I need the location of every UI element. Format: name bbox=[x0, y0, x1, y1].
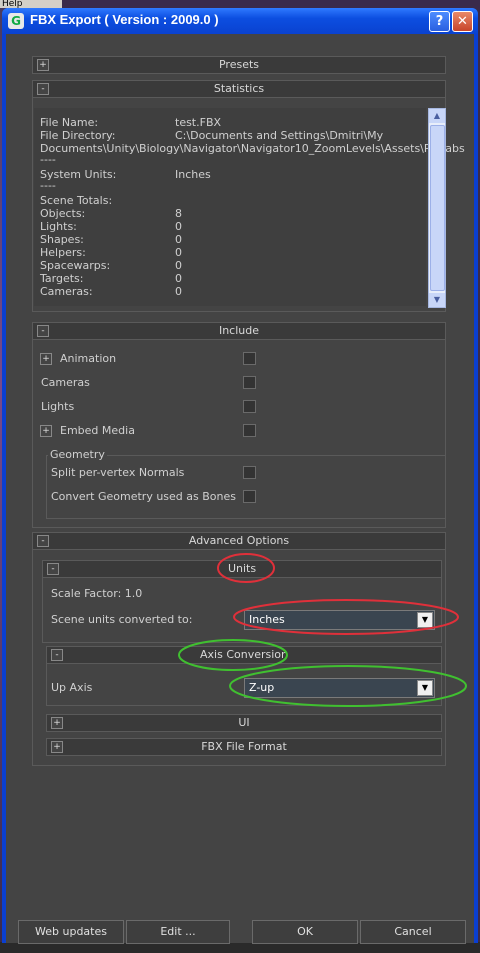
cameras-label: Cameras bbox=[41, 376, 90, 389]
close-button[interactable]: ✕ bbox=[452, 11, 473, 32]
stat-value: 8 bbox=[175, 207, 182, 220]
up-axis-dropdown[interactable]: Z-up ▼ bbox=[244, 678, 435, 698]
stat-value: 0 bbox=[175, 220, 182, 233]
statistics-scrollbar[interactable]: ▲ ▼ bbox=[428, 108, 446, 308]
include-rollout[interactable]: - Include bbox=[32, 322, 446, 340]
scale-factor-label: Scale Factor: 1.0 bbox=[51, 587, 143, 600]
scroll-thumb[interactable] bbox=[430, 125, 445, 291]
edit-button[interactable]: Edit ... bbox=[126, 920, 230, 944]
file-name-label: File Name: bbox=[40, 116, 99, 129]
fbx-file-format-rollout[interactable]: + FBX File Format bbox=[46, 738, 442, 756]
fbx-file-format-label: FBX File Format bbox=[201, 740, 287, 753]
scene-totals-label: Scene Totals: bbox=[40, 194, 113, 207]
stat-value: 0 bbox=[175, 285, 182, 298]
convert-bones-checkbox[interactable] bbox=[243, 490, 256, 503]
lights-checkbox[interactable] bbox=[243, 400, 256, 413]
up-axis-value: Z-up bbox=[249, 681, 275, 694]
titlebar[interactable]: G FBX Export ( Version : 2009.0 ) ? ✕ bbox=[2, 8, 478, 34]
stat-label: Objects: bbox=[40, 207, 86, 220]
dialog-client-area: + Presets - Statistics File Name: test.F… bbox=[6, 34, 474, 944]
scroll-up-icon[interactable]: ▲ bbox=[429, 109, 445, 123]
axis-conversion-rollout[interactable]: - Axis Conversion bbox=[46, 646, 442, 664]
advanced-options-label: Advanced Options bbox=[188, 534, 290, 547]
up-axis-label: Up Axis bbox=[51, 681, 93, 694]
statistics-label: Statistics bbox=[213, 82, 265, 95]
file-directory-label: File Directory: bbox=[40, 129, 116, 142]
separator-text: ---- bbox=[40, 179, 56, 192]
file-directory-line1: C:\Documents and Settings\Dmitri\My bbox=[175, 129, 384, 142]
fbx-export-dialog: G FBX Export ( Version : 2009.0 ) ? ✕ + … bbox=[2, 8, 478, 944]
lights-label: Lights bbox=[41, 400, 75, 413]
embed-media-expand-icon[interactable]: + bbox=[40, 425, 52, 437]
chevron-down-icon[interactable]: ▼ bbox=[417, 680, 433, 696]
ui-label: UI bbox=[238, 716, 250, 729]
scene-units-converted-label: Scene units converted to: bbox=[51, 613, 193, 626]
system-units-value: Inches bbox=[175, 168, 211, 181]
scene-units-dropdown[interactable]: Inches ▼ bbox=[244, 610, 435, 630]
stat-label: Cameras: bbox=[40, 285, 93, 298]
geometry-group-label: Geometry bbox=[48, 448, 107, 461]
file-directory-line2: Documents\Unity\Biology\Navigator\Naviga… bbox=[40, 142, 465, 155]
split-normals-checkbox[interactable] bbox=[243, 466, 256, 479]
app-icon: G bbox=[8, 13, 24, 29]
advanced-options-rollout[interactable]: - Advanced Options bbox=[32, 532, 446, 550]
split-normals-label: Split per-vertex Normals bbox=[51, 466, 185, 479]
stat-value: 0 bbox=[175, 259, 182, 272]
stat-label: Helpers: bbox=[40, 246, 86, 259]
cameras-checkbox[interactable] bbox=[243, 376, 256, 389]
presets-rollout[interactable]: + Presets bbox=[32, 56, 446, 74]
animation-label: Animation bbox=[60, 352, 117, 365]
statistics-rollout[interactable]: - Statistics bbox=[32, 80, 446, 98]
stat-value: 0 bbox=[175, 233, 182, 246]
stat-label: Spacewarps: bbox=[40, 259, 111, 272]
ok-button[interactable]: OK bbox=[252, 920, 358, 944]
help-button[interactable]: ? bbox=[429, 11, 450, 32]
window-title: FBX Export ( Version : 2009.0 ) bbox=[30, 12, 219, 27]
convert-bones-label: Convert Geometry used as Bones bbox=[51, 490, 237, 503]
stat-label: Shapes: bbox=[40, 233, 84, 246]
include-label: Include bbox=[218, 324, 260, 337]
stat-label: Lights: bbox=[40, 220, 77, 233]
file-name-value: test.FBX bbox=[175, 116, 222, 129]
stat-value: 0 bbox=[175, 246, 182, 259]
animation-checkbox[interactable] bbox=[243, 352, 256, 365]
cancel-button[interactable]: Cancel bbox=[360, 920, 466, 944]
background-help-menu: Help bbox=[0, 0, 62, 9]
ui-rollout[interactable]: + UI bbox=[46, 714, 442, 732]
axis-conversion-label: Axis Conversion bbox=[200, 648, 288, 661]
units-rollout[interactable]: - Units bbox=[42, 560, 442, 578]
presets-label: Presets bbox=[218, 58, 260, 71]
embed-media-label: Embed Media bbox=[60, 424, 135, 437]
separator-text: ---- bbox=[40, 153, 56, 166]
web-updates-button[interactable]: Web updates bbox=[18, 920, 124, 944]
stat-label: Targets: bbox=[40, 272, 84, 285]
scroll-down-icon[interactable]: ▼ bbox=[429, 293, 445, 307]
embed-media-checkbox[interactable] bbox=[243, 424, 256, 437]
geometry-group bbox=[46, 455, 446, 519]
scene-units-value: Inches bbox=[249, 613, 285, 626]
stat-value: 0 bbox=[175, 272, 182, 285]
chevron-down-icon[interactable]: ▼ bbox=[417, 612, 433, 628]
animation-expand-icon[interactable]: + bbox=[40, 353, 52, 365]
units-label: Units bbox=[227, 562, 257, 575]
